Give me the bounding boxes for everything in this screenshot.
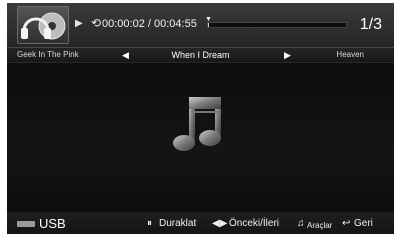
play-icon: ▶ [75, 18, 83, 29]
next-track-title[interactable]: Heaven [336, 50, 364, 60]
next-arrow-icon[interactable]: ▶ [284, 50, 291, 60]
pause-key-icon: ⏸ [147, 218, 152, 229]
usb-icon [17, 221, 35, 227]
music-note-icon [173, 97, 221, 151]
playback-time: 00:00:02 / 00:04:55 [102, 17, 197, 31]
headphones-disc-icon [21, 12, 66, 40]
control-hints: USB ⏸ Duraklat ◀▶ Önceki/İleri ♫ Araçlar… [7, 213, 394, 234]
album-thumbnail [17, 6, 69, 44]
back-hint[interactable]: Geri [354, 217, 373, 230]
elapsed-time: 00:00:02 [102, 18, 145, 30]
time-separator: / [144, 18, 154, 30]
repeat-icon: ⟲ [91, 16, 102, 30]
progress-fill [208, 23, 209, 27]
total-duration: 00:04:55 [154, 18, 197, 30]
album-art-area [7, 63, 394, 213]
tools-key-icon: ♫ [297, 218, 305, 229]
progress-bar[interactable] [207, 22, 347, 28]
return-key-icon: ↩ [342, 218, 351, 229]
tools-hint[interactable]: Araçlar [307, 219, 332, 232]
track-counter: 1/3 [359, 16, 382, 33]
source-label: USB [39, 216, 66, 231]
pause-hint[interactable]: Duraklat [159, 217, 196, 230]
player-header: ▶ ⟲ 00:00:02 / 00:04:55 ▼ 1/3 [7, 3, 394, 47]
track-navigation: Geek In The Pink ◀ When I Dream ▶ Heaven [7, 47, 394, 63]
left-right-key-icon: ◀▶ [212, 218, 228, 229]
media-player-screen: ▶ ⟲ 00:00:02 / 00:04:55 ▼ 1/3 Geek In Th… [7, 3, 394, 234]
prev-next-hint[interactable]: Önceki/İleri [229, 217, 279, 230]
